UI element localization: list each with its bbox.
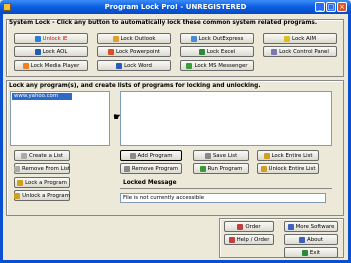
lock-word-button[interactable]: Lock Word [97, 60, 171, 71]
unlock-icon [14, 192, 21, 199]
list-icon [20, 152, 27, 159]
minimize-button[interactable]: _ [315, 2, 325, 12]
remove-icon [13, 165, 20, 172]
unlock-ie-button[interactable]: Unlock IE [14, 33, 88, 44]
save-list-button[interactable]: Save List [193, 150, 249, 161]
outlook-icon [112, 35, 119, 42]
program-lists-heading: Lock any program(s), and create lists of… [9, 83, 261, 89]
lock-powerpoint-button[interactable]: Lock Powerpoint [97, 46, 171, 57]
locked-message-field[interactable]: File is not currently accessible [120, 193, 326, 203]
add-program-button[interactable]: Add Program [120, 150, 182, 161]
lock-outlook-button[interactable]: Lock Outlook [97, 33, 171, 44]
locked-message-heading: Locked Message [123, 180, 177, 186]
about-button[interactable]: About [284, 234, 338, 245]
lock-control-panel-button[interactable]: Lock Control Panel [263, 46, 337, 57]
run-icon [199, 165, 206, 172]
remove-program-icon [123, 165, 130, 172]
exit-button[interactable]: Exit [284, 247, 338, 258]
lock-outexpress-button[interactable]: Lock OutExpress [180, 33, 254, 44]
help-order-button[interactable]: Help / Order [224, 234, 274, 245]
order-button[interactable]: Order [224, 221, 274, 232]
run-program-button[interactable]: Run Program [193, 163, 249, 174]
ie-icon [34, 35, 41, 42]
lock-list-icon [263, 152, 270, 159]
word-icon [116, 62, 123, 69]
help-order-icon [228, 236, 235, 243]
program-list-right[interactable] [120, 91, 332, 146]
messenger-icon [186, 62, 193, 69]
lock-excel-button[interactable]: Lock Excel [180, 46, 254, 57]
powerpoint-icon [107, 48, 114, 55]
lock-entire-list-button[interactable]: Lock Entire List [257, 150, 319, 161]
media-player-icon [22, 62, 29, 69]
unlock-entire-list-button[interactable]: Unlock Entire List [257, 163, 319, 174]
about-icon [299, 236, 306, 243]
lock-aim-button[interactable]: Lock AIM [263, 33, 337, 44]
close-button[interactable]: × [337, 2, 347, 12]
order-icon [237, 223, 244, 230]
create-list-button[interactable]: Create a List [14, 150, 70, 161]
save-icon [204, 152, 211, 159]
lock-ms-messenger-button[interactable]: Lock MS Messenger [180, 60, 254, 71]
exit-icon [301, 249, 308, 256]
control-panel-icon [271, 48, 278, 55]
system-lock-heading: System Lock - Click any button to automa… [9, 20, 318, 26]
list-item[interactable]: www.yahoo.com [12, 93, 72, 100]
aol-icon [34, 48, 41, 55]
lock-media-player-button[interactable]: Lock Media Player [14, 60, 88, 71]
lock-program-button[interactable]: Lock a Program [14, 177, 70, 188]
help-icon [287, 223, 294, 230]
locked-message-divider [120, 188, 332, 189]
add-icon [129, 152, 136, 159]
excel-icon [198, 48, 205, 55]
title-bar: Program Lock Pro! - UNREGISTERED _ □ × [0, 0, 351, 14]
unlock-program-button[interactable]: Unlock a Program [14, 190, 70, 201]
more-software-button[interactable]: More Software [284, 221, 338, 232]
program-list-left[interactable]: www.yahoo.com [10, 91, 110, 146]
remove-program-button[interactable]: Remove Program [120, 163, 182, 174]
outlook-express-icon [190, 35, 197, 42]
unlock-list-icon [260, 165, 267, 172]
maximize-button[interactable]: □ [326, 2, 336, 12]
lock-icon [17, 179, 24, 186]
lock-aol-button[interactable]: Lock AOL [14, 46, 88, 57]
aim-icon [284, 35, 291, 42]
window-title: Program Lock Pro! - UNREGISTERED [104, 3, 247, 11]
remove-from-list-button[interactable]: Remove From List [13, 163, 70, 174]
